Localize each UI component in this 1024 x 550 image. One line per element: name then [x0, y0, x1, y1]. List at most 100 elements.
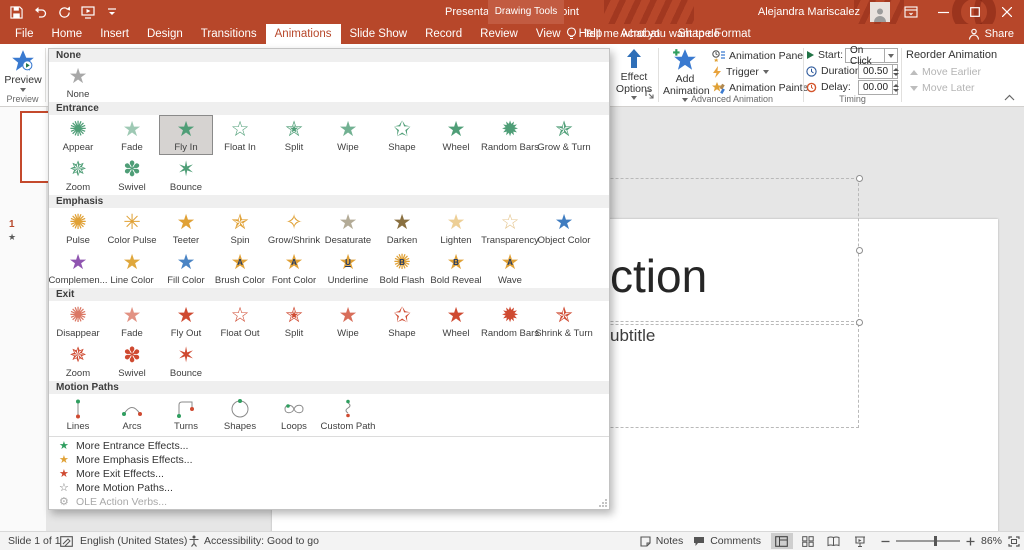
gallery-item-shape[interactable]: ✩Shape: [375, 301, 429, 341]
gallery-item-fade[interactable]: ★Fade: [105, 301, 159, 341]
tab-view[interactable]: View: [527, 24, 570, 44]
zoom-slider-thumb[interactable]: [934, 536, 937, 546]
duration-input[interactable]: 00.50: [858, 64, 898, 79]
avatar[interactable]: [870, 2, 890, 22]
gallery-item-appear[interactable]: ✺Appear: [51, 115, 105, 155]
normal-view-button[interactable]: [771, 533, 793, 549]
gallery-item-disappear[interactable]: ✺Disappear: [51, 301, 105, 341]
gallery-item-wheel[interactable]: ★Wheel: [429, 115, 483, 155]
gallery-item-grow-shrink[interactable]: ✧Grow/Shrink: [267, 208, 321, 248]
gallery-item-desaturate[interactable]: ★Desaturate: [321, 208, 375, 248]
gallery-item-bounce[interactable]: ✶Bounce: [159, 341, 213, 381]
gallery-item-custom-path[interactable]: Custom Path: [321, 394, 375, 434]
gallery-item-color-pulse[interactable]: ✳Color Pulse: [105, 208, 159, 248]
tab-home[interactable]: Home: [43, 24, 92, 44]
gallery-item-shape[interactable]: ✩Shape: [375, 115, 429, 155]
gallery-item-arcs[interactable]: Arcs: [105, 394, 159, 434]
slideshow-view-button[interactable]: [849, 533, 871, 549]
menu-item-more-exit-effects[interactable]: ★More Exit Effects...: [49, 467, 609, 481]
language-indicator[interactable]: English (United States): [80, 532, 187, 550]
gallery-item-darken[interactable]: ★Darken: [375, 208, 429, 248]
slide-indicator[interactable]: Slide 1 of 1: [8, 532, 61, 550]
delay-input[interactable]: 00.00: [858, 80, 898, 95]
slide-sorter-view-button[interactable]: [797, 533, 819, 549]
gallery-item-fade[interactable]: ★Fade: [105, 115, 159, 155]
gallery-item-object-color[interactable]: ★Object Color: [537, 208, 591, 248]
gallery-item-fill-color[interactable]: ★Fill Color: [159, 248, 213, 288]
accessibility-status[interactable]: Accessibility: Good to go: [204, 532, 319, 550]
tab-file[interactable]: File: [6, 24, 43, 44]
gallery-item-font-color[interactable]: ★AFont Color: [267, 248, 321, 288]
gallery-item-shapes[interactable]: Shapes: [213, 394, 267, 434]
gallery-item-zoom[interactable]: ✵Zoom: [51, 341, 105, 381]
menu-item-more-entrance-effects[interactable]: ★More Entrance Effects...: [49, 439, 609, 453]
ribbon-display-options-icon[interactable]: [900, 1, 922, 23]
tab-slide-show[interactable]: Slide Show: [341, 24, 417, 44]
tab-animations[interactable]: Animations: [266, 24, 341, 44]
gallery-item-complemen[interactable]: ★Complemen...: [51, 248, 105, 288]
chevron-down-icon[interactable]: [884, 49, 897, 62]
theme-icon[interactable]: [60, 532, 73, 550]
gallery-item-grow-turn[interactable]: ✯Grow & Turn: [537, 115, 591, 155]
zoom-in-icon[interactable]: [966, 537, 975, 546]
tell-me-search[interactable]: Tell me what you want to do: [566, 24, 720, 44]
gallery-item-fly-out[interactable]: ★Fly Out: [159, 301, 213, 341]
gallery-item-wave[interactable]: ★AWave: [483, 248, 537, 288]
resize-handle-top-right[interactable]: [856, 175, 863, 182]
trigger-button[interactable]: Trigger: [712, 66, 769, 78]
gallery-item-shrink-turn[interactable]: ✯Shrink & Turn: [537, 301, 591, 341]
tab-review[interactable]: Review: [471, 24, 527, 44]
gallery-item-float-out[interactable]: ☆Float Out: [213, 301, 267, 341]
collapse-ribbon-icon[interactable]: [1004, 94, 1015, 101]
gallery-item-split[interactable]: ✭Split: [267, 301, 321, 341]
menu-item-more-emphasis-effects[interactable]: ★More Emphasis Effects...: [49, 453, 609, 467]
fit-slide-to-window-icon[interactable]: [1008, 536, 1020, 547]
tab-insert[interactable]: Insert: [91, 24, 138, 44]
user-name[interactable]: Alejandra Mariscalez: [758, 6, 860, 18]
menu-item-more-motion-paths[interactable]: ☆More Motion Paths...: [49, 481, 609, 495]
animation-indicator-star-icon[interactable]: ★: [8, 233, 16, 243]
tab-transitions[interactable]: Transitions: [192, 24, 266, 44]
gallery-item-lines[interactable]: Lines: [51, 394, 105, 434]
delay-spinner[interactable]: [892, 81, 899, 94]
zoom-level[interactable]: 86%: [981, 535, 1002, 547]
gallery-item-split[interactable]: ✭Split: [267, 115, 321, 155]
move-later-button[interactable]: Move Later: [910, 82, 975, 94]
tab-design[interactable]: Design: [138, 24, 192, 44]
gallery-item-teeter[interactable]: ★Teeter: [159, 208, 213, 248]
reading-view-button[interactable]: [823, 533, 845, 549]
tab-record[interactable]: Record: [416, 24, 471, 44]
close-button[interactable]: [996, 1, 1018, 23]
resize-handle-bottom-right[interactable]: [856, 319, 863, 326]
gallery-item-lighten[interactable]: ★Lighten: [429, 208, 483, 248]
gallery-item-fly-in[interactable]: ★Fly In: [159, 115, 213, 155]
animation-painter-button[interactable]: Animation Painter: [712, 82, 812, 94]
gallery-item-spin[interactable]: ✯Spin: [213, 208, 267, 248]
gallery-item-wipe[interactable]: ★Wipe: [321, 301, 375, 341]
share-button[interactable]: Share: [968, 24, 1014, 44]
gallery-item-bold-reveal[interactable]: ★BBold Reveal: [429, 248, 483, 288]
gallery-item-none[interactable]: ★None: [51, 62, 105, 102]
comments-button[interactable]: Comments: [693, 532, 761, 550]
animation-pane-button[interactable]: Animation Pane: [712, 50, 803, 62]
gallery-item-brush-color[interactable]: ★ABrush Color: [213, 248, 267, 288]
gallery-item-float-in[interactable]: ☆Float In: [213, 115, 267, 155]
gallery-item-loops[interactable]: Loops: [267, 394, 321, 434]
gallery-item-turns[interactable]: Turns: [159, 394, 213, 434]
minimize-button[interactable]: [932, 1, 954, 23]
move-earlier-button[interactable]: Move Earlier: [910, 66, 981, 78]
start-dropdown[interactable]: On Click: [845, 48, 898, 63]
maximize-button[interactable]: [964, 1, 986, 23]
gallery-item-wipe[interactable]: ★Wipe: [321, 115, 375, 155]
gallery-item-pulse[interactable]: ✺Pulse: [51, 208, 105, 248]
gallery-item-line-color[interactable]: ★Line Color: [105, 248, 159, 288]
gallery-item-underline[interactable]: ★UUnderline: [321, 248, 375, 288]
notes-button[interactable]: Notes: [640, 532, 683, 550]
zoom-slider[interactable]: [896, 540, 960, 542]
gallery-item-wheel[interactable]: ★Wheel: [429, 301, 483, 341]
gallery-item-random-bars[interactable]: ✹Random Bars: [483, 115, 537, 155]
gallery-item-bold-flash[interactable]: ✺BBold Flash: [375, 248, 429, 288]
gallery-item-swivel[interactable]: ✽Swivel: [105, 341, 159, 381]
accessibility-icon[interactable]: [188, 532, 200, 550]
gallery-item-bounce[interactable]: ✶Bounce: [159, 155, 213, 195]
